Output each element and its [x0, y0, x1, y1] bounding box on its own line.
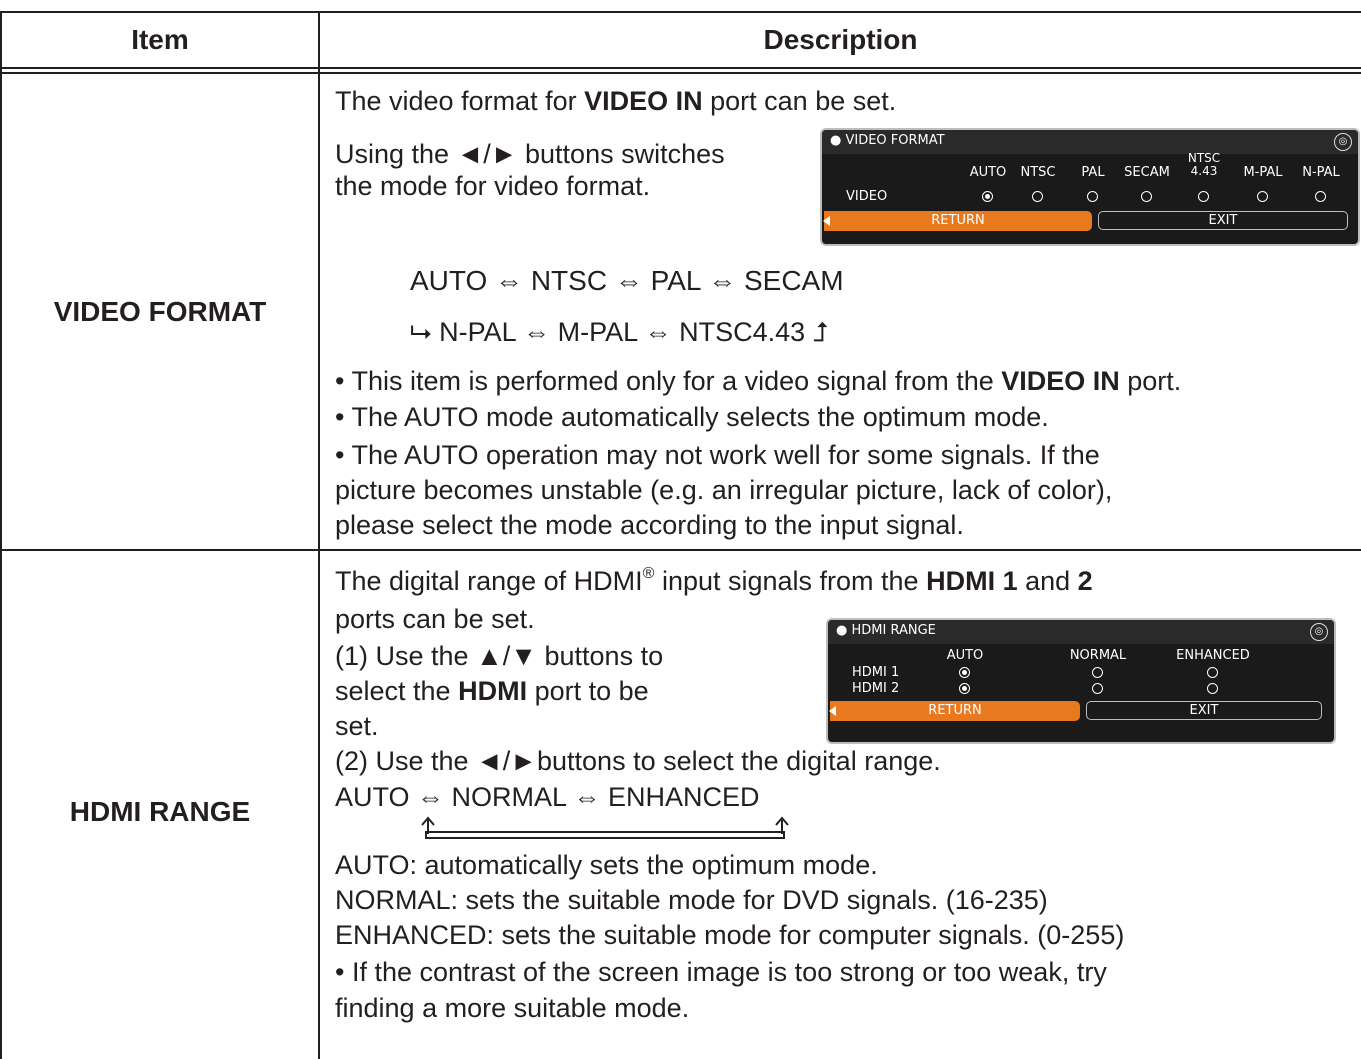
table-border-top	[0, 11, 1361, 13]
video-format-line3: the mode for video format.	[335, 171, 651, 201]
radio-pal[interactable]	[1087, 191, 1098, 202]
radio-auto[interactable]	[982, 191, 993, 202]
radio-hdmi1-enhanced[interactable]	[1207, 667, 1218, 678]
column-divider	[318, 11, 320, 1059]
osd-col-auto: AUTO	[946, 648, 984, 663]
radio-hdmi1-auto[interactable]	[959, 667, 970, 678]
hdmi-range-line2: ports can be set.	[335, 604, 535, 634]
item-hdmi-range: HDMI RANGE	[69, 796, 251, 827]
osd-title: ● HDMI RANGE	[836, 623, 936, 638]
video-format-osd: ● VIDEO FORMAT ◎ AUTO NTSC PAL SECAM NTS…	[820, 128, 1360, 246]
hdmi-range-line5: set.	[335, 711, 379, 741]
osd-col-ntsc443: NTSC 4.43	[1187, 151, 1221, 178]
header-divider-1	[0, 67, 1361, 69]
hdmi-range-line6: (2) Use the ◄/►buttons to select the dig…	[335, 746, 941, 776]
hdmi-range-osd: ● HDMI RANGE ◎ AUTO NORMAL ENHANCED HDMI…	[826, 618, 1336, 744]
header-item: Item	[131, 24, 189, 55]
hdmi-range-intro: The digital range of HDMI® input signals…	[335, 565, 1093, 597]
video-format-note-3a: • The AUTO operation may not work well f…	[335, 440, 1100, 470]
video-format-line2: Using the ◄/► buttons switches	[335, 139, 725, 169]
hdmi-range-cycle: AUTO ⇔ NORMAL ⇔ ENHANCED	[335, 782, 760, 812]
hdmi-range-line3: (1) Use the ▲/▼ buttons to	[335, 641, 664, 671]
cycle-loop-arrow	[421, 816, 789, 839]
osd-return-button[interactable]: RETURN	[823, 211, 1092, 231]
osd-col-npal: N-PAL	[1302, 165, 1340, 180]
osd-return-button[interactable]: RETURN	[829, 701, 1080, 721]
osd-close-icon[interactable]: ◎	[1334, 133, 1352, 151]
row-divider	[0, 549, 1361, 551]
osd-col-secam: SECAM	[1124, 165, 1170, 180]
video-format-note-3b: picture becomes unstable (e.g. an irregu…	[335, 475, 1113, 505]
radio-ntsc[interactable]	[1032, 191, 1043, 202]
radio-npal[interactable]	[1315, 191, 1326, 202]
hdmi-range-desc-auto: AUTO: automatically sets the optimum mod…	[335, 850, 878, 880]
video-format-note-2: • The AUTO mode automatically selects th…	[335, 402, 1049, 432]
osd-exit-button[interactable]: EXIT	[1098, 211, 1348, 230]
osd-col-enhanced: ENHANCED	[1176, 648, 1250, 663]
radio-hdmi2-auto[interactable]	[959, 683, 970, 694]
osd-col-ntsc: NTSC	[1020, 165, 1056, 180]
video-format-intro: The video format for VIDEO IN port can b…	[335, 86, 897, 116]
radio-ntsc443[interactable]	[1198, 191, 1209, 202]
osd-row-hdmi1: HDMI 1	[852, 665, 900, 680]
table-border-left	[0, 11, 2, 1059]
hdmi-range-note-1b: finding a more suitable mode.	[335, 993, 690, 1023]
video-format-cycle-2: ⮡ N-PAL ⇔ M-PAL ⇔ NTSC4.43 ⮥	[410, 317, 829, 347]
hdmi-range-desc-normal: NORMAL: sets the suitable mode for DVD s…	[335, 885, 1048, 915]
osd-col-auto: AUTO	[969, 165, 1007, 180]
osd-col-mpal: M-PAL	[1243, 165, 1283, 180]
osd-col-normal: NORMAL	[1069, 648, 1127, 663]
video-format-note-3c: please select the mode according to the …	[335, 510, 964, 540]
hdmi-range-desc-enhanced: ENHANCED: sets the suitable mode for com…	[335, 920, 1125, 950]
osd-exit-button[interactable]: EXIT	[1086, 701, 1322, 720]
video-format-cycle-1: AUTO ⇔ NTSC ⇔ PAL ⇔ SECAM	[410, 265, 844, 296]
hdmi-range-line4: select the HDMI port to be	[335, 676, 649, 706]
video-format-note-1: • This item is performed only for a vide…	[335, 366, 1182, 396]
osd-col-pal: PAL	[1081, 165, 1105, 180]
osd-row-video: VIDEO	[846, 189, 888, 204]
radio-hdmi2-normal[interactable]	[1092, 683, 1103, 694]
osd-title: ● VIDEO FORMAT	[830, 133, 945, 148]
radio-mpal[interactable]	[1257, 191, 1268, 202]
radio-hdmi1-normal[interactable]	[1092, 667, 1103, 678]
osd-row-hdmi2: HDMI 2	[852, 681, 900, 696]
hdmi-range-note-1a: • If the contrast of the screen image is…	[335, 957, 1107, 987]
radio-hdmi2-enhanced[interactable]	[1207, 683, 1218, 694]
radio-secam[interactable]	[1141, 191, 1152, 202]
item-video-format: VIDEO FORMAT	[53, 296, 267, 327]
header-divider-2	[0, 72, 1361, 74]
osd-close-icon[interactable]: ◎	[1310, 623, 1328, 641]
header-description: Description	[763, 24, 918, 55]
